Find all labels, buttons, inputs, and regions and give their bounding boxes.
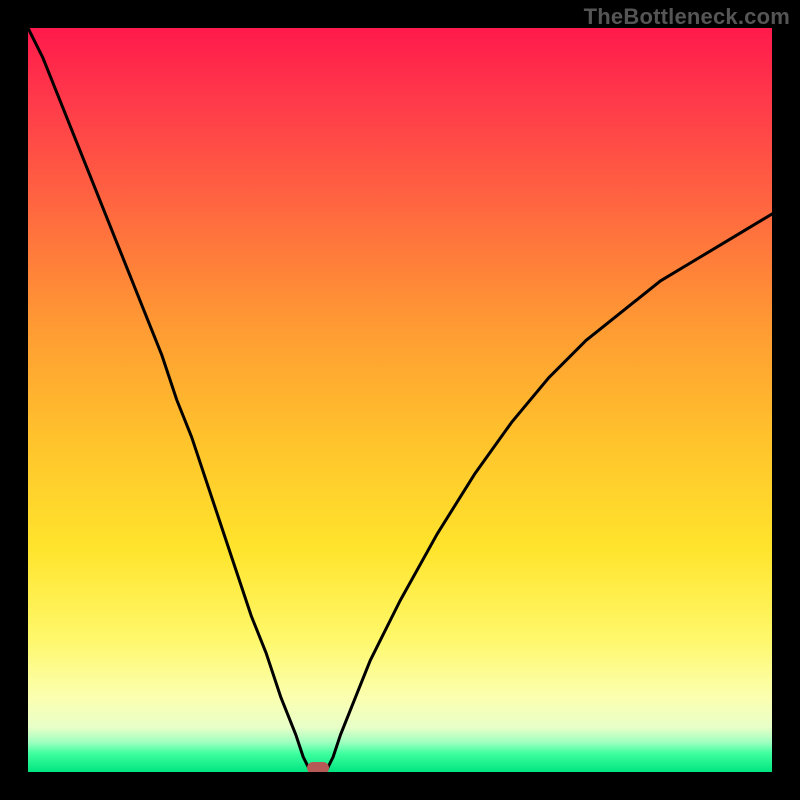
watermark-text: TheBottleneck.com xyxy=(584,4,790,30)
minimum-marker xyxy=(307,762,329,772)
bottleneck-curve xyxy=(28,28,772,772)
chart-frame: TheBottleneck.com xyxy=(0,0,800,800)
plot-area xyxy=(28,28,772,772)
